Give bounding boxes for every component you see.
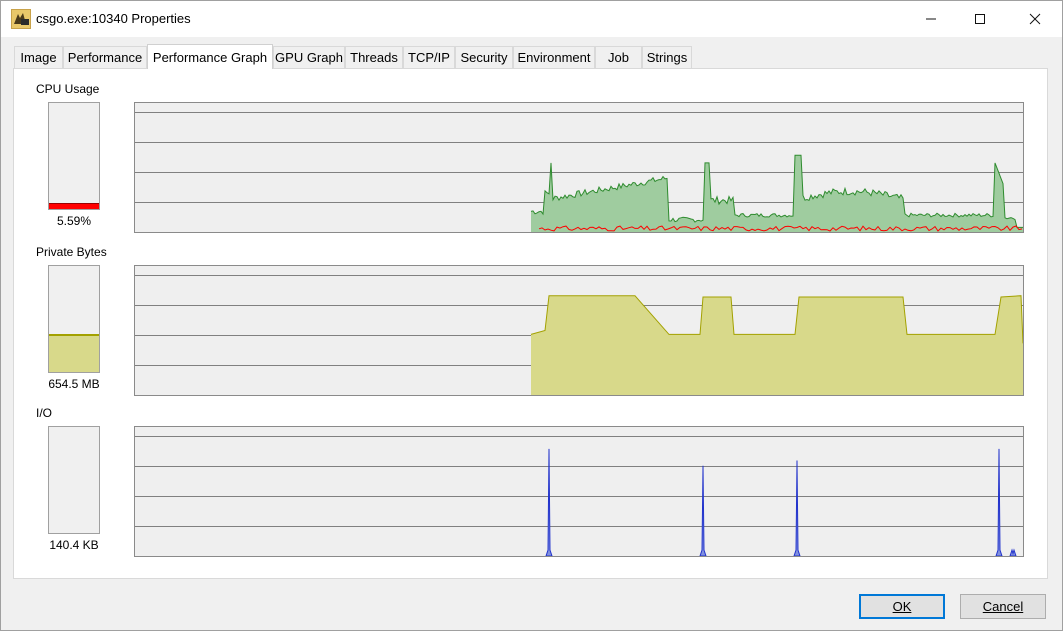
io-label: I/O (36, 406, 53, 420)
io-value: 140.4 KB (49, 538, 99, 552)
io-spike (699, 465, 707, 556)
minimize-button[interactable] (904, 1, 958, 37)
private-bytes-label: Private Bytes (36, 245, 107, 259)
io-graph (134, 426, 1024, 557)
title-bar[interactable]: csgo.exe:10340 Properties (1, 1, 1062, 37)
io-spike (995, 448, 1003, 556)
cpu-meter (48, 102, 100, 210)
cpu-usage-area (531, 155, 1023, 232)
io-plot (135, 436, 1023, 556)
csgo-app-icon (11, 9, 31, 29)
close-icon (1029, 13, 1041, 25)
cpu-usage-graph (134, 102, 1024, 233)
tab-job[interactable]: Job (595, 46, 642, 68)
tab-tcpip[interactable]: TCP/IP (403, 46, 455, 68)
cpu-usage-value: 5.59% (56, 214, 92, 228)
tab-gpu-graph[interactable]: GPU Graph (273, 46, 345, 68)
private-bytes-meter-fill (49, 333, 99, 372)
io-spike (545, 448, 553, 556)
maximize-icon (975, 14, 985, 24)
tab-strings[interactable]: Strings (642, 46, 692, 68)
window-title: csgo.exe:10340 Properties (36, 11, 191, 26)
tab-environment[interactable]: Environment (513, 46, 595, 68)
private-bytes-area (531, 295, 1023, 395)
private-bytes-meter (48, 265, 100, 373)
private-bytes-plot (135, 275, 1023, 395)
io-meter (48, 426, 100, 534)
io-spike (793, 460, 801, 556)
tab-performance[interactable]: Performance (63, 46, 147, 68)
tab-security[interactable]: Security (455, 46, 513, 68)
tab-image[interactable]: Image (14, 46, 63, 68)
cpu-usage-plot (135, 112, 1023, 232)
tab-threads[interactable]: Threads (345, 46, 403, 68)
cancel-button[interactable]: Cancel (960, 594, 1046, 619)
properties-window: csgo.exe:10340 Properties Image Performa… (0, 0, 1063, 631)
performance-graph-panel: CPU Usage 5.59% Private Bytes 654.5 MB I… (13, 68, 1048, 579)
maximize-button[interactable] (953, 1, 1007, 37)
ok-button-label: OK (892, 599, 912, 614)
private-bytes-value: 654.5 MB (48, 377, 100, 391)
private-bytes-graph (134, 265, 1024, 396)
io-spike (1009, 548, 1017, 556)
cpu-usage-label: CPU Usage (36, 82, 100, 96)
cpu-meter-fill (49, 203, 99, 209)
tab-performance-graph[interactable]: Performance Graph (147, 44, 273, 69)
close-button[interactable] (1008, 1, 1062, 37)
ok-button[interactable]: OK (859, 594, 945, 619)
minimize-icon (926, 18, 936, 20)
cancel-button-label: Cancel (982, 599, 1024, 614)
